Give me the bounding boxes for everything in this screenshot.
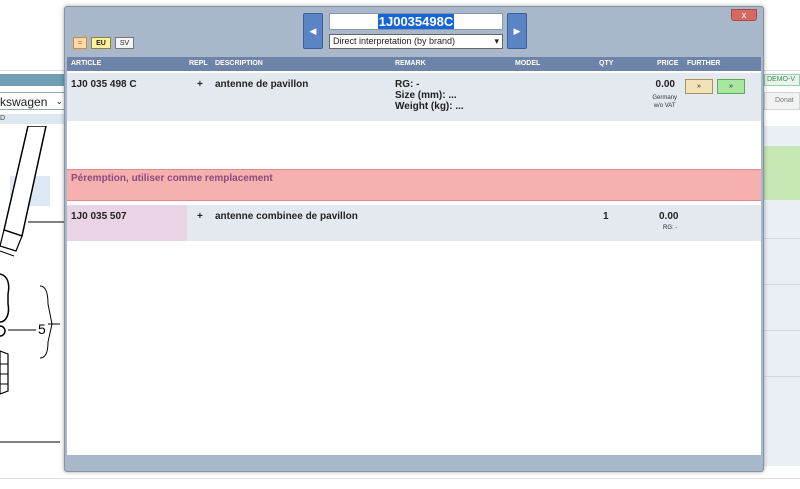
previous-arrow-icon[interactable]: ◀: [303, 13, 323, 49]
repl-marker: +: [197, 79, 203, 90]
col-remark: REMARK: [395, 60, 426, 67]
parts-diagram: 5: [0, 126, 66, 443]
col-article: ARTICLE: [71, 60, 102, 67]
col-qty: QTY: [599, 60, 614, 67]
interpretation-value: Direct interpretation (by brand): [333, 36, 456, 46]
close-button[interactable]: x: [731, 9, 757, 21]
replacement-description: antenne combinee de pavillon: [215, 211, 358, 222]
price-vat: w/o VAT: [653, 103, 676, 109]
article-number: 1J0 035 498 C: [71, 79, 137, 90]
background-right-panel: [764, 126, 800, 466]
chevron-down-icon: ▾: [494, 36, 499, 46]
interpretation-select[interactable]: Direct interpretation (by brand) ▾: [329, 34, 503, 49]
table-row[interactable]: 1J0 035 507 + antenne combinee de pavill…: [67, 205, 761, 241]
price-note: Germany w/o VAT: [652, 94, 677, 110]
supersession-notice: Péremption, utiliser comme remplacement: [67, 169, 761, 201]
col-repl: REPL: [189, 60, 208, 67]
make-select[interactable]: kswagen ⌄: [0, 92, 66, 110]
remark-rg: RG: -: [395, 79, 420, 90]
remark-weight: Weight (kg): ...: [395, 101, 464, 112]
remark: RG: - Size (mm): ... Weight (kg): ...: [395, 79, 464, 112]
background-footer: [0, 478, 800, 489]
col-price: PRICE: [657, 60, 679, 67]
next-arrow-icon[interactable]: ▶: [507, 13, 527, 49]
background-label: D: [0, 114, 66, 124]
dialog-footer: [67, 455, 761, 469]
article-search-input[interactable]: 1J0035498C: [329, 13, 503, 30]
replacement-article-number: 1J0 035 507: [71, 211, 127, 222]
chevron-down-icon: ⌄: [55, 96, 63, 106]
replacement-rg: RG: -: [663, 225, 678, 231]
quantity: 1: [603, 211, 609, 222]
price: 0.00: [655, 79, 675, 90]
diagram-callout: 5: [38, 321, 46, 337]
donate-button[interactable]: Donat: [764, 92, 800, 110]
demo-badge: DEMO-V: [764, 74, 800, 86]
background-left-strip: [0, 74, 66, 86]
article-search-dialog: = EU SV ◀ 1J0035498C Direct interpretati…: [64, 6, 764, 472]
filter-sv-button[interactable]: SV: [114, 37, 135, 49]
remark-size: Size (mm): ...: [395, 90, 457, 101]
table-row[interactable]: 1J0 035 498 C + antenne de pavillon RG: …: [67, 73, 761, 121]
col-description: DESCRIPTION: [215, 60, 263, 67]
repl-marker: +: [197, 211, 203, 222]
filter-buttons: = EU SV: [73, 37, 135, 49]
filter-equal-button[interactable]: =: [73, 37, 88, 49]
price-country: Germany: [652, 95, 677, 101]
filter-eu-button[interactable]: EU: [91, 37, 111, 49]
further-info-button[interactable]: »: [685, 79, 713, 94]
replacement-price: 0.00: [659, 211, 679, 222]
results-table: ARTICLE REPL DESCRIPTION REMARK MODEL QT…: [67, 57, 761, 455]
col-further: FURTHER: [687, 60, 721, 67]
col-model: MODEL: [515, 60, 541, 67]
table-header: ARTICLE REPL DESCRIPTION REMARK MODEL QT…: [67, 57, 761, 71]
add-to-cart-button[interactable]: »: [717, 79, 745, 94]
make-select-value: kswagen: [0, 95, 48, 109]
description: antenne de pavillon: [215, 79, 309, 90]
search-value: 1J0035498C: [377, 14, 455, 29]
